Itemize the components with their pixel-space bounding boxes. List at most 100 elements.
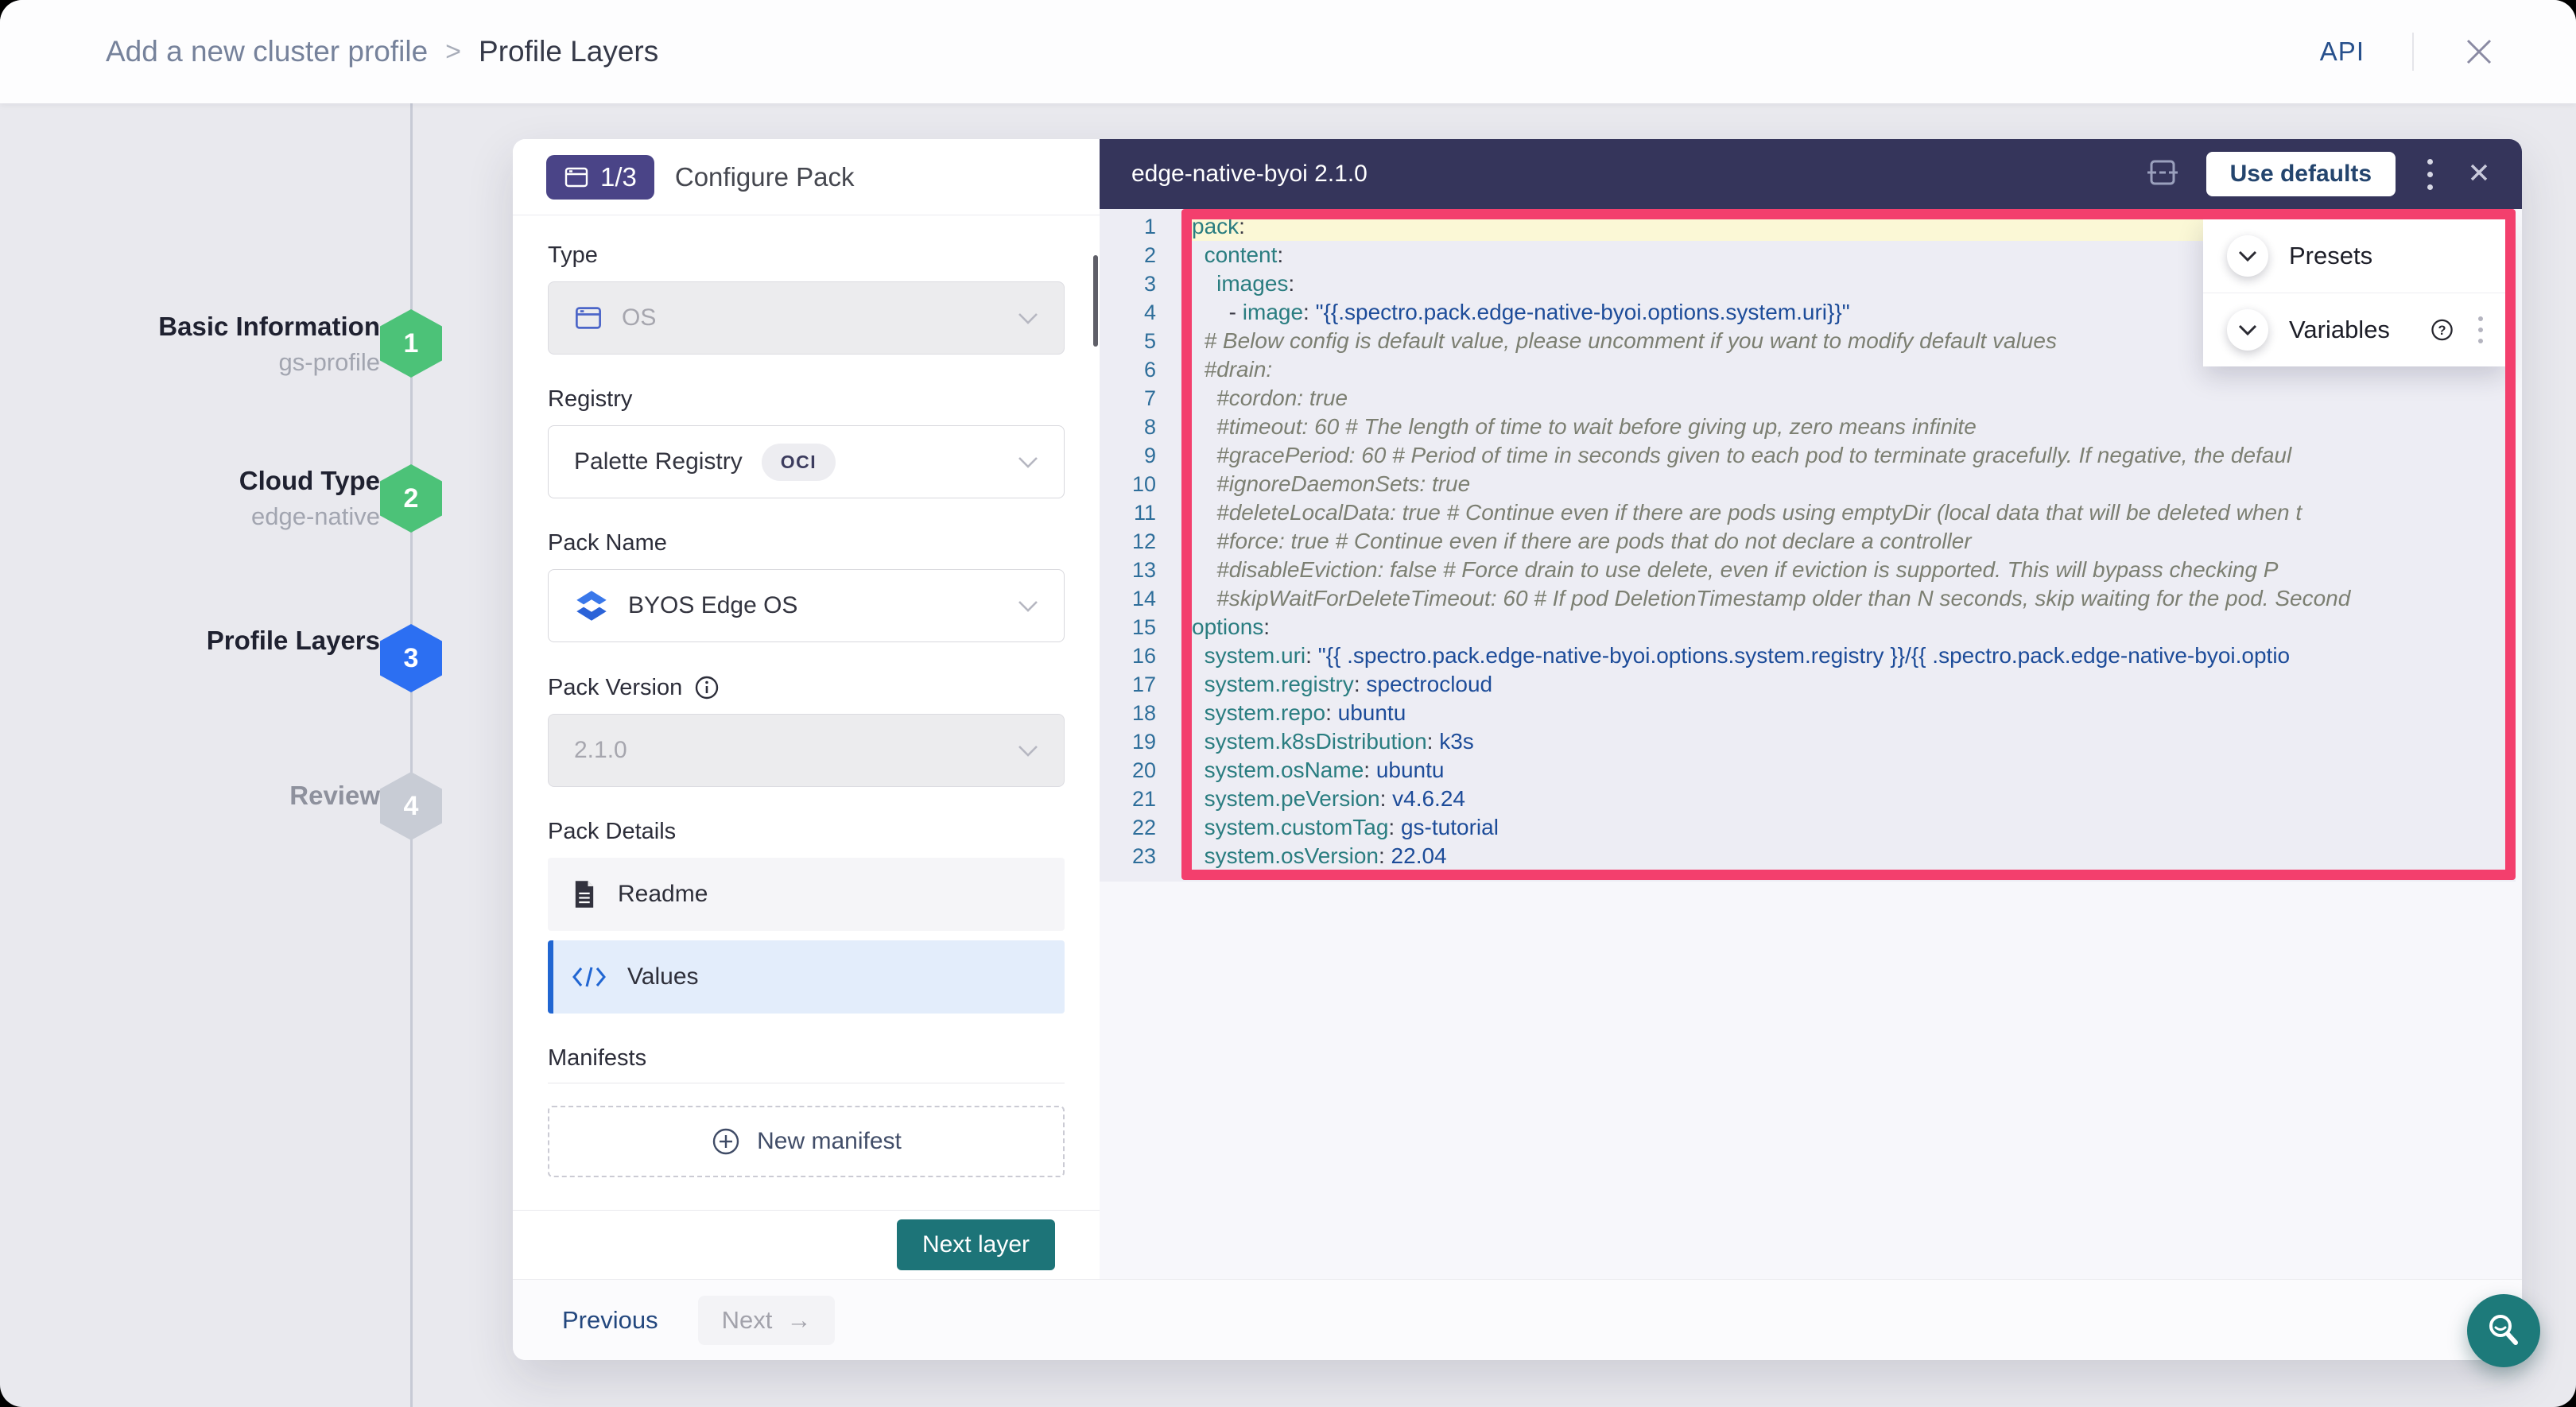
code-line[interactable]: #gracePeriod: 60 # Period of time in sec…	[1192, 441, 2516, 470]
code-line[interactable]: #skipWaitForDeleteTimeout: 60 # If pod D…	[1192, 584, 2516, 613]
pack-step-badge: 1/3	[546, 155, 654, 200]
values-tab[interactable]: Values	[548, 940, 1065, 1014]
close-icon[interactable]	[2462, 34, 2496, 69]
new-manifest-label: New manifest	[757, 1128, 902, 1155]
pack-step-count: 1/3	[600, 162, 637, 192]
step-cloud-type[interactable]: Cloud Type edge-native	[239, 463, 380, 534]
next-button-label: Next	[722, 1306, 773, 1335]
new-manifest-button[interactable]: New manifest	[548, 1106, 1065, 1177]
variables-label: Variables	[2289, 316, 2390, 344]
pack-version-label-text: Pack Version	[548, 675, 682, 701]
editor-menu-icon[interactable]	[2423, 154, 2438, 195]
type-label: Type	[548, 242, 1065, 269]
code-line[interactable]: system.repo: ubuntu	[1192, 699, 2516, 727]
editor-gutter: 1234567891011121314151617181920212223	[1100, 209, 1184, 882]
step-sublabel: gs-profile	[158, 345, 380, 380]
code-line[interactable]: system.peVersion: v4.6.24	[1192, 785, 2516, 813]
code-line[interactable]: #deleteLocalData: true # Continue even i…	[1192, 498, 2516, 527]
pack-values-editor: edge-native-byoi 2.1.0 Use defaults 1234…	[1100, 139, 2522, 1279]
step-label: Basic Information	[158, 308, 380, 345]
step-number: 4	[404, 791, 419, 822]
byos-pack-logo-icon	[574, 588, 609, 623]
arrow-right-icon: →	[786, 1306, 811, 1335]
step-number: 2	[404, 483, 419, 514]
line-number: 13	[1100, 556, 1156, 584]
readme-tab[interactable]: Readme	[548, 858, 1065, 931]
profile-layers-card: 1/3 Configure Pack Type OS Registry Pale…	[513, 139, 2522, 1360]
pack-name-label: Pack Name	[548, 530, 1065, 556]
step-badge-3[interactable]: 3	[380, 624, 442, 692]
step-badge-4[interactable]: 4	[380, 772, 442, 840]
registry-select[interactable]: Palette Registry OCI	[548, 425, 1065, 498]
search-fab-button[interactable]	[2467, 1294, 2540, 1367]
configure-pack-title: Configure Pack	[675, 162, 855, 192]
readme-label: Readme	[618, 881, 708, 908]
pack-version-value: 2.1.0	[574, 737, 627, 764]
code-line[interactable]: system.uri: "{{ .spectro.pack.edge-nativ…	[1192, 641, 2516, 670]
step-label: Review	[289, 777, 380, 814]
code-line[interactable]: system.customTag: gs-tutorial	[1192, 813, 2516, 842]
editor-body: 1234567891011121314151617181920212223 pa…	[1100, 209, 2522, 1279]
chevron-down-icon[interactable]	[2227, 235, 2268, 277]
registry-label: Registry	[548, 386, 1065, 413]
next-layer-button[interactable]: Next layer	[897, 1219, 1055, 1270]
breadcrumb-parent: Add a new cluster profile	[106, 35, 428, 68]
wizard-stepper: Basic Information gs-profile 1 Cloud Typ…	[0, 103, 513, 1407]
help-icon[interactable]: ?	[2430, 316, 2454, 344]
line-number: 20	[1100, 756, 1156, 785]
variables-section[interactable]: Variables ?	[2203, 293, 2505, 366]
type-select[interactable]: OS	[548, 281, 1065, 355]
expand-sections-icon[interactable]	[2146, 156, 2179, 193]
code-line[interactable]: system.registry: spectrocloud	[1192, 670, 2516, 699]
line-number: 3	[1100, 269, 1156, 298]
editor-side-panel: Presets Variables ?	[2203, 219, 2505, 366]
manifests-label: Manifests	[548, 1045, 1065, 1072]
step-badge-1[interactable]: 1	[380, 309, 442, 378]
code-line[interactable]: system.osName: ubuntu	[1192, 756, 2516, 785]
page-title: Profile Layers	[479, 35, 658, 68]
code-line[interactable]: #force: true # Continue even if there ar…	[1192, 527, 2516, 556]
line-number: 21	[1100, 785, 1156, 813]
line-number: 18	[1100, 699, 1156, 727]
step-number: 3	[404, 643, 419, 674]
values-label: Values	[627, 963, 699, 990]
use-defaults-button[interactable]: Use defaults	[2206, 152, 2396, 196]
next-button[interactable]: Next →	[698, 1296, 836, 1345]
type-value: OS	[622, 304, 656, 331]
step-badge-2[interactable]: 2	[380, 464, 442, 533]
step-basic-information[interactable]: Basic Information gs-profile	[158, 308, 380, 380]
document-icon	[572, 879, 597, 909]
code-line[interactable]: #cordon: true	[1192, 384, 2516, 413]
configure-pack-header: 1/3 Configure Pack	[513, 139, 1100, 215]
registry-value: Palette Registry	[574, 448, 743, 475]
pack-version-select[interactable]: 2.1.0	[548, 714, 1065, 787]
api-link[interactable]: API	[2320, 37, 2365, 67]
chevron-down-icon	[1018, 737, 1038, 764]
code-line[interactable]: system.k8sDistribution: k3s	[1192, 727, 2516, 756]
stepper-line	[410, 103, 413, 1407]
pack-version-label: Pack Version	[548, 674, 1065, 701]
step-review[interactable]: Review	[289, 777, 380, 814]
code-line[interactable]: #ignoreDaemonSets: true	[1192, 470, 2516, 498]
oci-badge: OCI	[762, 444, 836, 481]
step-sublabel: edge-native	[239, 499, 380, 534]
panel-scrollbar[interactable]	[1093, 255, 1098, 347]
variables-menu-icon[interactable]	[2475, 313, 2486, 347]
step-profile-layers[interactable]: Profile Layers	[207, 622, 380, 659]
code-line[interactable]: #timeout: 60 # The length of time to wai…	[1192, 413, 2516, 441]
editor-close-icon[interactable]	[2465, 158, 2493, 191]
line-number: 2	[1100, 241, 1156, 269]
code-line[interactable]: system.osVersion: 22.04	[1192, 842, 2516, 870]
svg-text:?: ?	[2438, 324, 2446, 338]
editor-title: edge-native-byoi 2.1.0	[1131, 161, 1368, 188]
code-line[interactable]: options:	[1192, 613, 2516, 641]
line-number: 10	[1100, 470, 1156, 498]
chevron-down-icon[interactable]	[2227, 309, 2268, 351]
code-line[interactable]: #disableEviction: false # Force drain to…	[1192, 556, 2516, 584]
previous-button[interactable]: Previous	[557, 1305, 663, 1335]
line-number: 14	[1100, 584, 1156, 613]
line-number: 1	[1100, 212, 1156, 241]
presets-section[interactable]: Presets	[2203, 219, 2505, 293]
wizard-footer: Previous Next →	[513, 1279, 2522, 1360]
pack-name-select[interactable]: BYOS Edge OS	[548, 569, 1065, 642]
